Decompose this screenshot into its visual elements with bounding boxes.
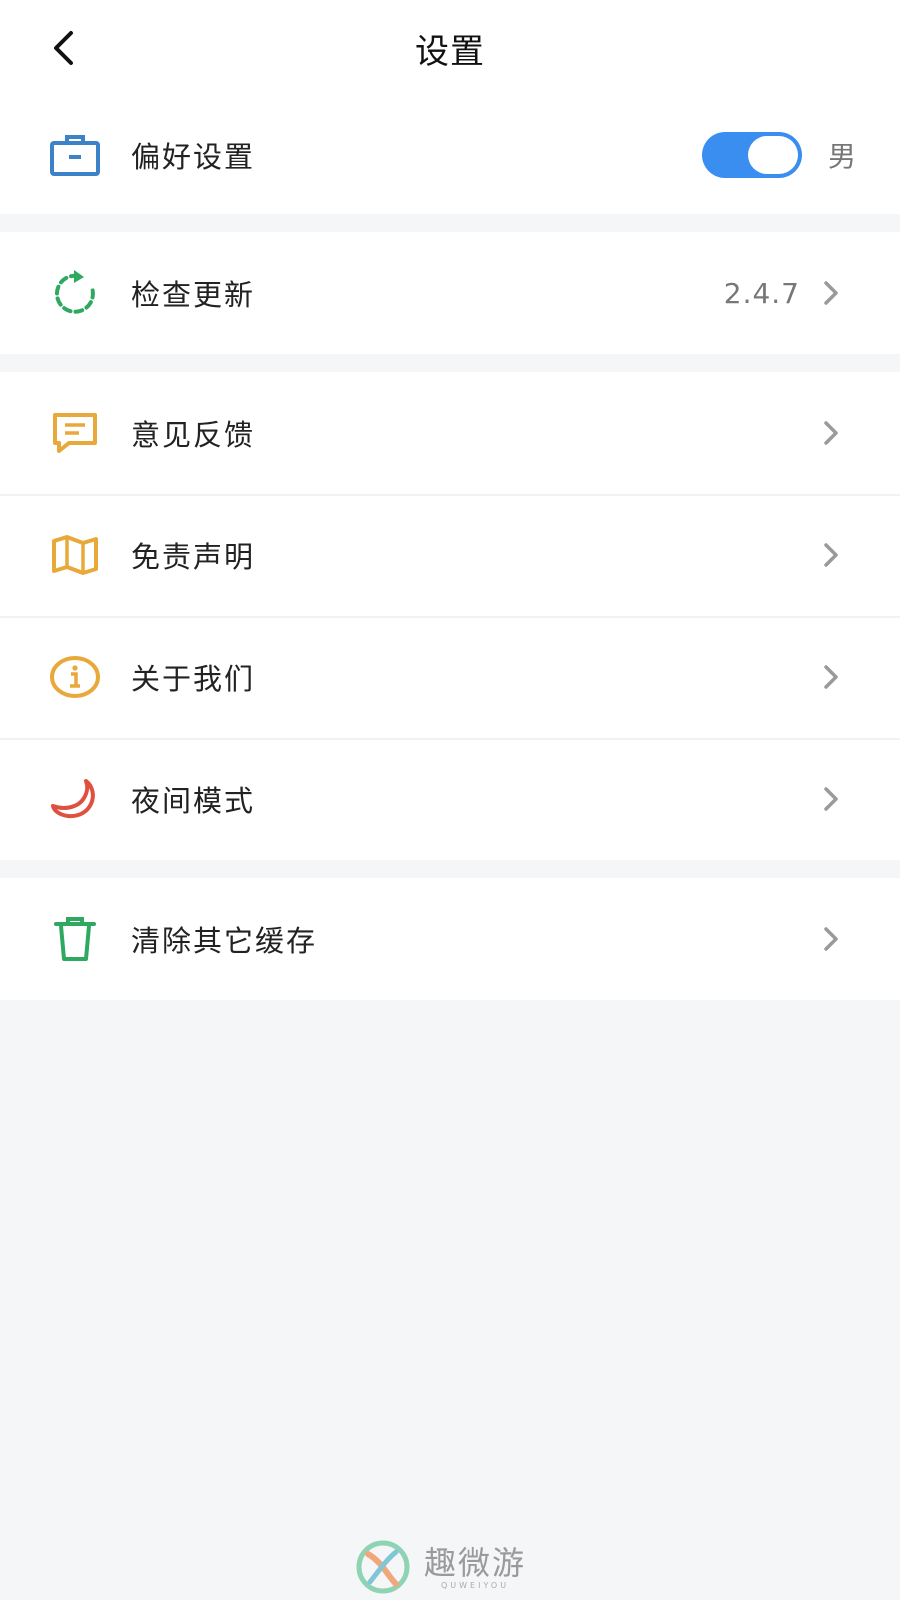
toggle-knob <box>748 136 798 174</box>
info-icon <box>48 650 102 704</box>
gender-toggle[interactable] <box>702 132 802 178</box>
page-title: 设置 <box>415 31 485 72</box>
row-label: 夜间模式 <box>131 784 256 818</box>
watermark-text: 趣微游 QUWEIYOU <box>424 1545 526 1590</box>
group-info: 意见反馈 免责声明 关于我们 夜间模式 <box>0 372 900 860</box>
chevron-right-icon <box>818 924 844 954</box>
row-check-update[interactable]: 检查更新 2.4.7 <box>0 232 900 354</box>
row-label: 检查更新 <box>131 278 256 312</box>
watermark-en: QUWEIYOU <box>440 1580 510 1590</box>
trash-icon <box>48 912 102 966</box>
row-night-mode[interactable]: 夜间模式 <box>0 738 900 860</box>
watermark-cn: 趣微游 <box>424 1543 527 1582</box>
section-gap <box>0 860 900 878</box>
settings-page: 设置 偏好设置 男 检查更新 2.4.7 意见反馈 免责声明 关于我们 夜间模式… <box>0 0 900 1600</box>
group-preferences: 偏好设置 男 <box>0 96 900 214</box>
header: 设置 <box>0 0 900 96</box>
watermark-logo-icon <box>356 1540 410 1594</box>
group-update: 检查更新 2.4.7 <box>0 232 900 354</box>
row-clear-cache[interactable]: 清除其它缓存 <box>0 878 900 1000</box>
refresh-icon <box>48 266 102 320</box>
row-label: 关于我们 <box>131 662 256 696</box>
chevron-right-icon <box>818 278 844 308</box>
section-gap <box>0 214 900 232</box>
chevron-right-icon <box>818 418 844 448</box>
back-button[interactable] <box>40 24 88 72</box>
group-cache: 清除其它缓存 <box>0 878 900 1000</box>
row-disclaimer[interactable]: 免责声明 <box>0 494 900 616</box>
chevron-left-icon <box>54 31 73 65</box>
watermark: 趣微游 QUWEIYOU <box>356 1540 526 1594</box>
chevron-right-icon <box>818 662 844 692</box>
row-feedback[interactable]: 意见反馈 <box>0 372 900 494</box>
briefcase-icon <box>48 128 102 182</box>
row-preferences[interactable]: 偏好设置 男 <box>0 96 900 214</box>
version-value: 2.4.7 <box>723 276 800 310</box>
moon-icon <box>48 772 102 826</box>
row-label: 清除其它缓存 <box>131 924 318 958</box>
row-label: 意见反馈 <box>131 418 256 452</box>
row-label: 偏好设置 <box>131 140 256 174</box>
row-label: 免责声明 <box>131 540 256 574</box>
message-icon <box>48 406 102 460</box>
chevron-right-icon <box>818 784 844 814</box>
gender-value: 男 <box>827 140 856 173</box>
row-about-us[interactable]: 关于我们 <box>0 616 900 738</box>
map-icon <box>48 528 102 582</box>
chevron-right-icon <box>818 540 844 570</box>
section-gap <box>0 354 900 372</box>
